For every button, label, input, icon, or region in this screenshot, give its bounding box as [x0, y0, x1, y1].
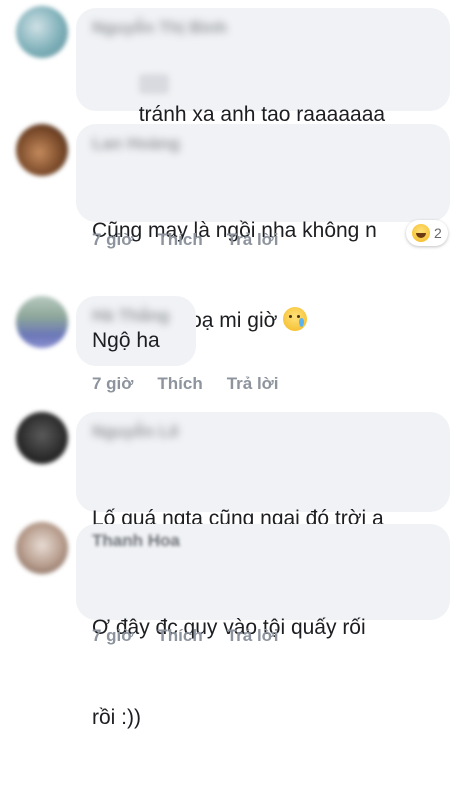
comment-author[interactable]: Thanh Hoa	[92, 534, 180, 548]
comment-text-line: tránh xa anh tao raaaaaaa	[138, 103, 386, 126]
comment-actions: 7 giờ Thích Trả lời	[92, 626, 303, 646]
comment-timestamp[interactable]: 7 giờ	[92, 230, 133, 250]
laugh-reaction-icon	[412, 224, 430, 242]
like-button[interactable]: Thích	[157, 626, 202, 646]
reply-button[interactable]: Trả lời	[227, 230, 279, 250]
comment-bubble: Nguyễn Lê Lố quá ngta cũng ngại đó trời …	[76, 412, 450, 620]
reaction-count: 2	[434, 225, 442, 241]
comment-thread: Nguyễn Thị Bình tránh xa anh tao raaaaaa…	[0, 0, 465, 729]
comment-timestamp[interactable]: 7 giờ	[92, 626, 133, 646]
comment-actions: 7 giờ Thích Trả lời	[92, 374, 303, 394]
comment-bubble: Hà Thắng Ngộ ha	[76, 296, 196, 366]
comment-bubble: Thanh Hoa Ơ đây đc quy vào tội quấy rối …	[76, 524, 450, 729]
commenter-avatar[interactable]	[16, 296, 68, 348]
comment-text: Ơ đây đc quy vào tội quấy rối rồi :))	[92, 553, 434, 793]
reply-button[interactable]: Trả lời	[227, 626, 279, 646]
comment-author[interactable]: Nguyễn Thị Bình	[92, 18, 227, 38]
blurred-word	[138, 74, 169, 94]
comment-bubble: Lan Hoàng Cũng may là ngồi nha không n b…	[76, 124, 450, 332]
comment-author[interactable]: Lan Hoàng	[92, 134, 180, 154]
comment-text-line: rồi :))	[92, 706, 141, 729]
comment-bubble: Nguyễn Thị Bình tránh xa anh tao raaaaaa…	[76, 8, 450, 216]
commenter-avatar[interactable]	[16, 412, 68, 464]
commenter-avatar[interactable]	[16, 124, 68, 176]
comment-timestamp[interactable]: 7 giờ	[92, 374, 133, 394]
like-button[interactable]: Thích	[157, 230, 202, 250]
comment-text: Ngộ ha	[92, 329, 160, 352]
comment-actions: 7 giờ Thích Trả lời	[92, 230, 303, 250]
comment-author[interactable]: Nguyễn Lê	[92, 422, 179, 442]
commenter-avatar[interactable]	[16, 6, 68, 58]
like-button[interactable]: Thích	[157, 374, 202, 394]
crying-face-icon	[283, 307, 308, 331]
reaction-badge[interactable]: 2	[406, 220, 448, 246]
reply-button[interactable]: Trả lời	[227, 374, 279, 394]
comment-author[interactable]: Hà Thắng	[92, 306, 169, 326]
commenter-avatar[interactable]	[16, 522, 68, 574]
